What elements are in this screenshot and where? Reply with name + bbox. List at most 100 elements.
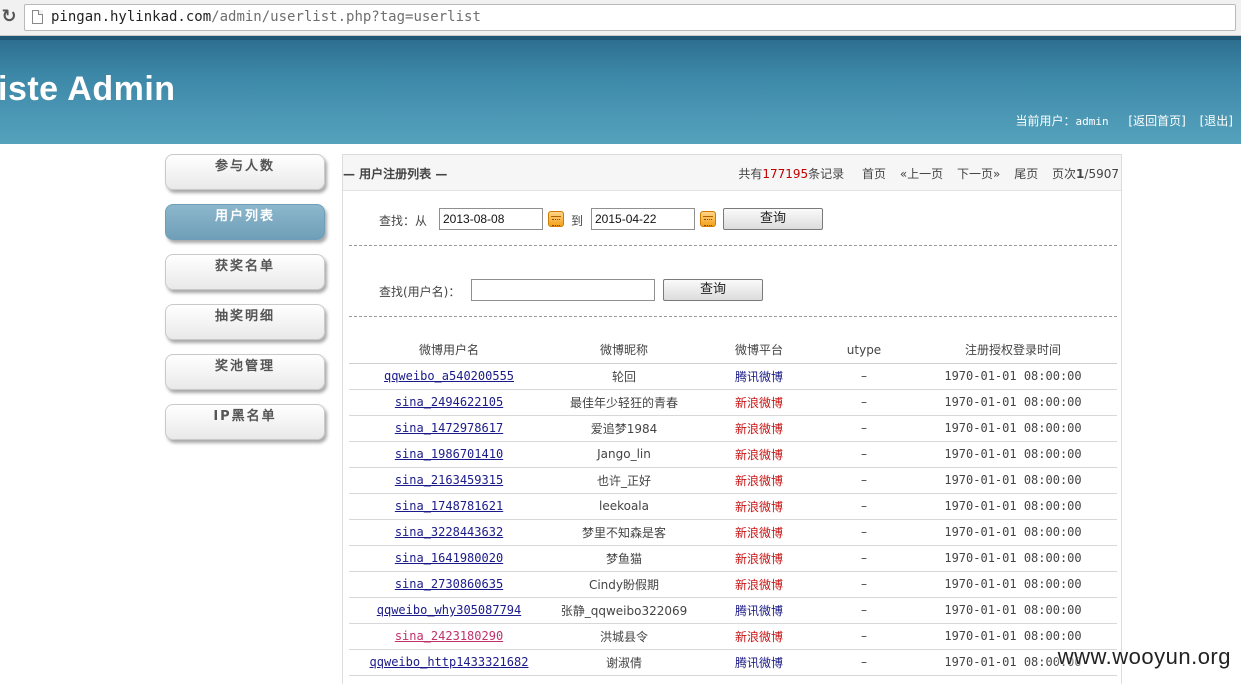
table-row: sina_3228443632 梦里不知森是客 新浪微博 – 1970-01-0… bbox=[349, 519, 1117, 546]
username-link[interactable]: sina_3228443632 bbox=[395, 525, 503, 539]
username-link[interactable]: sina_2423180290 bbox=[395, 629, 503, 643]
home-link[interactable]: [返回首页] bbox=[1128, 114, 1185, 128]
total-suffix: 条记录 bbox=[808, 167, 845, 181]
logout-link[interactable]: [退出] bbox=[1200, 114, 1233, 128]
platform-cell: 新浪微博 bbox=[699, 389, 819, 416]
utype-cell: – bbox=[819, 441, 909, 468]
page-title: — 用户注册列表 — bbox=[343, 167, 448, 181]
time-cell: 1970-01-01 08:00:00 bbox=[909, 363, 1117, 390]
nickname-cell: 梦鱼猫 bbox=[549, 545, 699, 572]
nickname-cell: 张静_qqweibo322069 bbox=[549, 597, 699, 624]
col-register-time: 注册授权登录时间 bbox=[909, 337, 1117, 364]
sidebar-item-user-list[interactable]: 用户列表 bbox=[165, 204, 325, 240]
date-to-input[interactable] bbox=[591, 208, 695, 230]
utype-cell: – bbox=[819, 649, 909, 676]
platform-cell: 新浪微博 bbox=[699, 519, 819, 546]
divider bbox=[349, 316, 1117, 317]
col-nickname: 微博昵称 bbox=[549, 337, 699, 364]
username-link[interactable]: sina_1472978617 bbox=[395, 421, 503, 435]
time-cell: 1970-01-01 08:00:00 bbox=[909, 415, 1117, 442]
username-link[interactable]: qqweibo_http1433321682 bbox=[370, 655, 529, 669]
utype-cell: – bbox=[819, 571, 909, 598]
date-search-button[interactable]: 查询 bbox=[723, 208, 823, 230]
next-page-link[interactable]: 下一页» bbox=[957, 167, 1000, 181]
utype-cell: – bbox=[819, 467, 909, 494]
name-search-label: 查找(用户名)： bbox=[379, 285, 461, 299]
table-row: sina_2423180290 洪城县令 新浪微博 – 1970-01-01 0… bbox=[349, 623, 1117, 650]
col-username: 微博用户名 bbox=[349, 337, 549, 364]
page-total: /5907 bbox=[1084, 167, 1119, 181]
platform-cell: 新浪微博 bbox=[699, 545, 819, 572]
table-row: sina_1986701410 Jango_lin 新浪微博 – 1970-01… bbox=[349, 441, 1117, 468]
platform-cell: 新浪微博 bbox=[699, 571, 819, 598]
username-link[interactable]: sina_2163459315 bbox=[395, 473, 503, 487]
table-row: sina_2494622105 最佳年少轻狂的青春 新浪微博 – 1970-01… bbox=[349, 389, 1117, 416]
username-link[interactable]: sina_2494622105 bbox=[395, 395, 503, 409]
date-from-input[interactable] bbox=[439, 208, 543, 230]
calendar-icon[interactable] bbox=[548, 211, 564, 227]
address-bar[interactable]: pingan.hylinkad.com/admin/userlist.php?t… bbox=[24, 4, 1236, 31]
time-cell: 1970-01-01 08:00:00 bbox=[909, 545, 1117, 572]
sidebar-item-winners[interactable]: 获奖名单 bbox=[165, 254, 325, 290]
username-link[interactable]: qqweibo_why305087794 bbox=[377, 603, 522, 617]
find-label: 查找： bbox=[379, 214, 416, 228]
table-row: qqweibo_http1433321682 谢淑倩 腾讯微博 – 1970-0… bbox=[349, 649, 1117, 676]
sidebar-item-prize-pool[interactable]: 奖池管理 bbox=[165, 354, 325, 390]
utype-cell: – bbox=[819, 415, 909, 442]
calendar-icon[interactable] bbox=[700, 211, 716, 227]
page-icon bbox=[32, 10, 43, 24]
sidebar-item-participants[interactable]: 参与人数 bbox=[165, 154, 325, 190]
time-cell: 1970-01-01 08:00:00 bbox=[909, 519, 1117, 546]
user-bar: 当前用户：admin [返回首页] [退出] bbox=[1015, 112, 1233, 129]
reload-icon[interactable]: ↻ bbox=[0, 6, 18, 28]
time-cell: 1970-01-01 08:00:00 bbox=[909, 597, 1117, 624]
sidebar-item-draw-details[interactable]: 抽奖明细 bbox=[165, 304, 325, 340]
table-row: sina_2730860635 Cindy盼假期 新浪微博 – 1970-01-… bbox=[349, 571, 1117, 598]
url-path: /admin/userlist.php?tag=userlist bbox=[211, 9, 481, 25]
platform-cell: 新浪微博 bbox=[699, 623, 819, 650]
sidebar-item-ip-blacklist[interactable]: IP黑名单 bbox=[165, 404, 325, 440]
username-link[interactable]: sina_2730860635 bbox=[395, 577, 503, 591]
watermark-text: www.wooyun.org bbox=[1057, 644, 1231, 669]
username-link[interactable]: sina_1986701410 bbox=[395, 447, 503, 461]
prev-page-link[interactable]: «上一页 bbox=[900, 167, 943, 181]
nickname-cell: Cindy盼假期 bbox=[549, 571, 699, 598]
username-link[interactable]: sina_1641980020 bbox=[395, 551, 503, 565]
time-cell: 1970-01-01 08:00:00 bbox=[909, 441, 1117, 468]
date-search-row: 查找：从 bbox=[379, 212, 427, 229]
last-page-link[interactable]: 尾页 bbox=[1014, 167, 1038, 181]
username-search-input[interactable] bbox=[471, 279, 655, 301]
nickname-cell: 梦里不知森是客 bbox=[549, 519, 699, 546]
platform-cell: 新浪微博 bbox=[699, 441, 819, 468]
platform-cell: 新浪微博 bbox=[699, 415, 819, 442]
utype-cell: – bbox=[819, 493, 909, 520]
page-indicator: 页次1/5907 bbox=[1052, 167, 1119, 181]
divider bbox=[349, 245, 1117, 246]
total-prefix: 共有 bbox=[738, 167, 763, 181]
time-cell: 1970-01-01 08:00:00 bbox=[909, 467, 1117, 494]
username-link[interactable]: sina_1748781621 bbox=[395, 499, 503, 513]
platform-cell: 新浪微博 bbox=[699, 467, 819, 494]
url-text[interactable]: pingan.hylinkad.com/admin/userlist.php?t… bbox=[51, 9, 481, 25]
time-cell: 1970-01-01 08:00:00 bbox=[909, 571, 1117, 598]
username-search-button[interactable]: 查询 bbox=[663, 279, 763, 301]
page-prefix: 页次 bbox=[1052, 167, 1077, 181]
utype-cell: – bbox=[819, 363, 909, 390]
from-label: 从 bbox=[415, 214, 428, 228]
first-page-link[interactable]: 首页 bbox=[862, 167, 886, 181]
current-user-label: 当前用户： bbox=[1015, 114, 1076, 128]
admin-header: iste Admin 当前用户：admin [返回首页] [退出] bbox=[0, 36, 1241, 144]
utype-cell: – bbox=[819, 597, 909, 624]
utype-cell: – bbox=[819, 389, 909, 416]
nickname-cell: 谢淑倩 bbox=[549, 649, 699, 676]
nickname-cell: Jango_lin bbox=[549, 441, 699, 468]
user-table: 微博用户名 微博昵称 微博平台 utype 注册授权登录时间 qqweibo_a… bbox=[349, 337, 1117, 676]
table-row: qqweibo_a540200555 轮回 腾讯微博 – 1970-01-01 … bbox=[349, 363, 1117, 390]
username-link[interactable]: qqweibo_a540200555 bbox=[384, 369, 514, 383]
nickname-cell: 最佳年少轻狂的青春 bbox=[549, 389, 699, 416]
nickname-cell: 洪城县令 bbox=[549, 623, 699, 650]
utype-cell: – bbox=[819, 545, 909, 572]
brand-title: iste Admin bbox=[0, 70, 176, 108]
time-cell: 1970-01-01 08:00:00 bbox=[909, 389, 1117, 416]
current-user-name: admin bbox=[1075, 115, 1109, 128]
